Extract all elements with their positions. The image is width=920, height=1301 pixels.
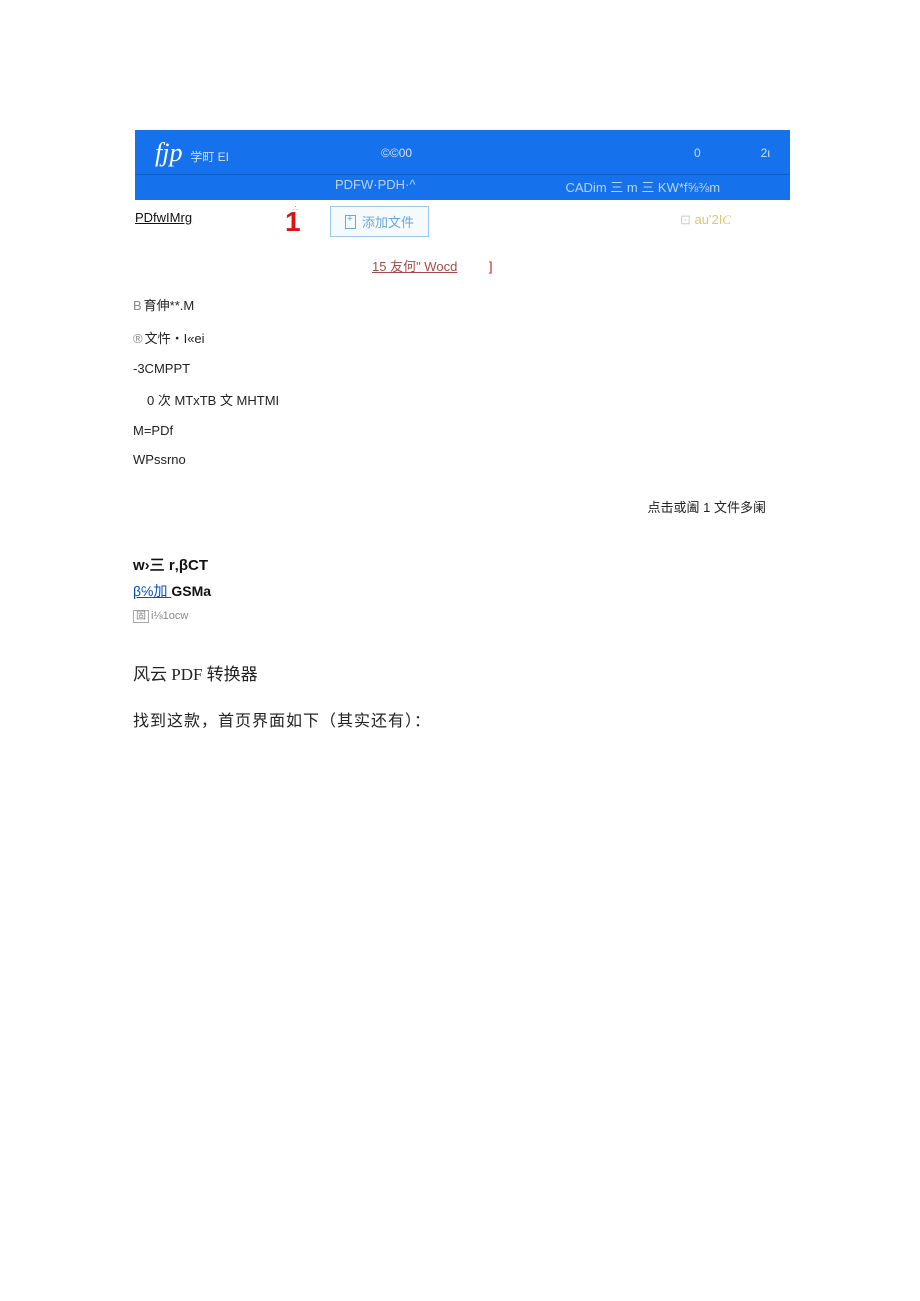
- sidebar-item-pdfwimrg[interactable]: PDfwIMrg: [135, 210, 192, 225]
- app-header: fjp 学町 EI ©©00 0 2ι: [135, 130, 790, 175]
- subtext-row: 15 友何" Wocd ]: [135, 256, 790, 275]
- add-file-button[interactable]: 添加文件: [330, 206, 429, 237]
- drop-zone-hint[interactable]: 点击或阖 1 文件多阑: [0, 497, 790, 516]
- sidebar-label: M=PDf: [133, 423, 173, 438]
- sidebar-item[interactable]: WPssrno: [133, 452, 920, 467]
- subtext-bracket: ]: [489, 259, 493, 274]
- header-center-text: ©©00: [381, 146, 412, 160]
- output-suffix: C: [722, 212, 731, 227]
- sidebar-item[interactable]: 0 次 MTxTB 文 MHTMI: [133, 390, 920, 409]
- header-top-row: fjp 学町 EI ©©00 0 2ι: [155, 138, 770, 168]
- subtext-link[interactable]: 15 友何" Wocd: [372, 259, 457, 274]
- article-text: 找到这款，首页界面如下（其实还有）：: [133, 707, 920, 731]
- output-format-label: ⊡ au'2IC: [680, 212, 731, 228]
- header-right-group: 0 2ι: [694, 146, 770, 160]
- logo-text: fjp: [155, 138, 182, 167]
- sidebar-prefix: ®: [133, 331, 143, 346]
- sidebar-label: 文忤・I«ei: [145, 331, 205, 346]
- header-tab-left[interactable]: PDFW·PDH·^: [335, 177, 415, 196]
- bottom-block: w›三 r‚βCT β℅加 GSMa 固i⅛1ocw: [133, 554, 920, 622]
- logo: fjp 学町 EI: [155, 138, 229, 168]
- add-file-label: 添加文件: [362, 212, 414, 231]
- bottom-meta-text: i⅛1ocw: [151, 610, 188, 622]
- sidebar-label: -3CMPPT: [133, 361, 190, 376]
- bottom-meta: 固i⅛1ocw: [133, 607, 920, 622]
- header-tabs: PDFW·PDH·^ CADim 三 m 三 KW*f⅝⅜m: [135, 175, 790, 200]
- bottom-heading: w›三 r‚βCT: [133, 554, 920, 575]
- file-count-indicator: 1: [285, 206, 301, 238]
- toolbar: PDfwIMrg ∴ 1 添加文件 ⊡ au'2IC: [135, 206, 790, 256]
- bottom-link-prefix: β℅: [133, 583, 153, 599]
- sidebar-item[interactable]: M=PDf: [133, 423, 920, 438]
- sidebar-item[interactable]: B育伸**.M: [133, 295, 920, 314]
- output-icon: ⊡: [680, 212, 691, 227]
- sidebar-label: 0 次 MTxTB 文 MHTMI: [147, 393, 279, 408]
- document-plus-icon: [345, 215, 356, 229]
- logo-suffix: 学町 EI: [190, 150, 229, 164]
- document-page: fjp 学町 EI ©©00 0 2ι PDFW·PDH·^ CADim 三 m…: [0, 0, 920, 731]
- header-right-2: 2ι: [761, 146, 770, 160]
- article-title: 风云 PDF 转换器: [133, 660, 920, 685]
- sidebar-label: WPssrno: [133, 452, 186, 467]
- output-text: au'2I: [695, 212, 723, 227]
- sidebar-item[interactable]: ®文忤・I«ei: [133, 328, 920, 347]
- sidebar-label: 育伸**.M: [144, 298, 195, 313]
- sidebar-item[interactable]: -3CMPPT: [133, 361, 920, 376]
- header-right-1: 0: [694, 146, 701, 160]
- bottom-link-line[interactable]: β℅加 GSMa: [133, 581, 920, 601]
- box-icon: 固: [133, 610, 149, 623]
- sidebar-prefix: B: [133, 298, 142, 313]
- bottom-link-mid: 加: [153, 583, 171, 599]
- sidebar-list: B育伸**.M ®文忤・I«ei -3CMPPT 0 次 MTxTB 文 MHT…: [133, 295, 920, 467]
- header-tab-right[interactable]: CADim 三 m 三 KW*f⅝⅜m: [565, 177, 720, 196]
- bottom-link-bold: GSMa: [171, 583, 211, 599]
